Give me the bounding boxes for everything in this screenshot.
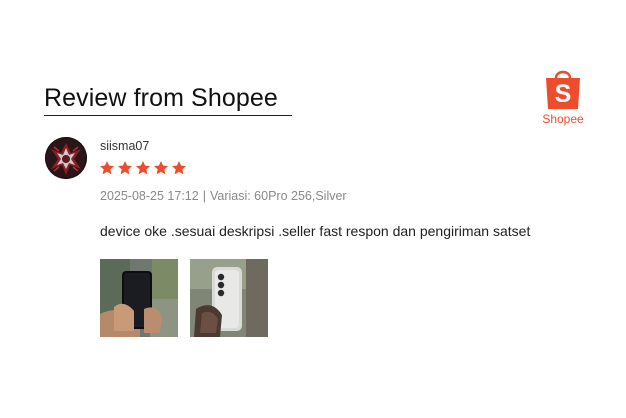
review-meta: 2025-08-25 17:12 | Variasi: 60Pro 256,Silv…	[100, 189, 347, 204]
page-title: Review from Shopee	[44, 84, 278, 112]
star-icon	[118, 161, 132, 175]
star-rating	[99, 160, 187, 180]
review-text: device oke .sesuai deskripsi .seller fas…	[100, 223, 531, 239]
star-icon	[154, 161, 168, 175]
avatar[interactable]	[45, 137, 87, 179]
shopping-bag-icon: S	[546, 70, 580, 109]
logo-text: Shopee	[542, 112, 584, 126]
meta-separator: |	[202, 189, 206, 203]
review-photo-1[interactable]	[100, 259, 178, 337]
logo-letter: S	[555, 80, 572, 108]
photo-image	[100, 259, 178, 337]
review-photo-2[interactable]	[190, 259, 268, 337]
star-icon	[172, 161, 186, 175]
review-variation: Variasi: 60Pro 256,Silver	[209, 189, 347, 203]
photo-image	[190, 259, 268, 337]
avatar-image	[45, 137, 87, 179]
reviewer-username[interactable]: siisma07	[100, 139, 149, 154]
star-icon	[100, 161, 114, 175]
review-date: 2025-08-25 17:12	[100, 189, 199, 203]
shopee-logo: S Shopee	[540, 66, 586, 128]
star-icon	[136, 161, 150, 175]
title-underline	[44, 115, 292, 116]
